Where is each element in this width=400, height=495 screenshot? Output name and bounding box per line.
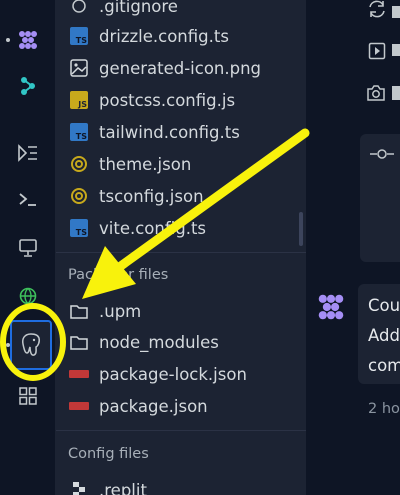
annotation-arrow-shaft [113, 128, 310, 273]
annotation-arrow-head [82, 246, 136, 299]
annotation-overlay [0, 128, 310, 381]
annotation-circle [0, 303, 66, 381]
